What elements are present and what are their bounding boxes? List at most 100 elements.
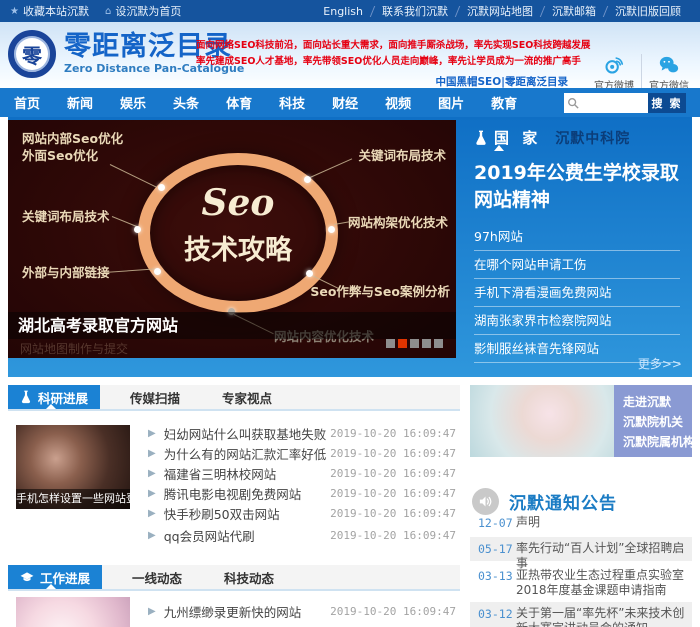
- more-link[interactable]: 更多>>: [638, 355, 682, 372]
- slider-label-top-left: 网站内部Seo优化 外面Seo优化: [22, 130, 123, 164]
- topbar-link-english[interactable]: English: [314, 5, 372, 18]
- work-thumbnail[interactable]: [16, 597, 130, 627]
- home-icon: ⌂: [105, 6, 111, 17]
- hero-slider[interactable]: Seo 技术攻略 网站内部Seo优化 外面Seo优化 关键词布局技术 外部与内部…: [8, 120, 456, 358]
- article-link[interactable]: 腾讯电影电视剧免费网站: [164, 484, 330, 503]
- flask-icon: [20, 390, 32, 404]
- article-date: 2019-10-20 16:09:47: [330, 427, 456, 440]
- social-links: 官方微博 官方微信: [587, 54, 696, 92]
- list-item: ▶ 福建省三明林校网站 2019-10-20 16:09:47: [148, 463, 456, 483]
- set-home-link[interactable]: ⌂ 设沉默为首页: [105, 3, 181, 19]
- page: ★ 收藏本站沉默 ⌂ 设沉默为首页 English 联系我们沉默 沉默网站地图 …: [0, 0, 700, 627]
- badge-pointer: [494, 145, 504, 151]
- tab-media-scan[interactable]: 传媒扫描: [118, 385, 192, 409]
- active-tab-pointer: [46, 404, 56, 409]
- pager-dot-5[interactable]: [434, 339, 443, 348]
- news-link[interactable]: 手机下滑看漫画免费网站: [474, 279, 680, 307]
- sidebar-photo[interactable]: [470, 385, 614, 457]
- wechat-link[interactable]: 官方微信: [641, 54, 696, 92]
- about-link[interactable]: 走进沉默: [623, 392, 683, 412]
- article-link[interactable]: 为什么有的网站汇款汇率好低: [164, 444, 330, 463]
- notice-item[interactable]: 05-17 率先行动“百人计划”全球招聘启事: [470, 537, 692, 561]
- article-date: 2019-10-20 16:09:47: [330, 447, 456, 460]
- news-link[interactable]: 在哪个网站申请工伤: [474, 251, 680, 279]
- news-link[interactable]: 97h网站: [474, 223, 680, 251]
- topbar-right: English 联系我们沉默 沉默网站地图 沉默邮箱 沉默旧版回顾: [314, 3, 690, 19]
- slider-pagination: [386, 339, 443, 348]
- about-link[interactable]: 沉默院机关: [623, 412, 683, 432]
- article-link[interactable]: 福建省三明林校网站: [164, 464, 330, 483]
- about-link[interactable]: 沉默院属机构: [623, 432, 683, 452]
- nav-item-entertainment[interactable]: 娱乐: [120, 93, 146, 112]
- search-box: 搜 索: [564, 93, 686, 113]
- notice-text: 声明: [516, 515, 540, 529]
- notice-item[interactable]: 12-07 声明: [470, 511, 692, 533]
- topbar-link-sitemap[interactable]: 沉默网站地图: [458, 3, 542, 19]
- pager-dot-4[interactable]: [422, 339, 431, 348]
- wechat-icon: [658, 54, 680, 76]
- header-slogans: 面向网络SEO科技前沿，面向站长重大需求，面向推手厮杀战场，率先实现SEO科技跨…: [196, 38, 568, 89]
- notice-date: 05-17: [478, 541, 516, 557]
- main-navigation: 首页 新闻 娱乐 头条 体育 科技 财经 视频 图片 教育 搜 索: [0, 88, 700, 117]
- search-button[interactable]: 搜 索: [648, 93, 686, 113]
- weibo-link[interactable]: 官方微博: [587, 54, 641, 92]
- slider-caption[interactable]: 湖北高考录取官方网站: [8, 312, 456, 339]
- slider-label-right-top: 关键词布局技术: [358, 147, 446, 164]
- logo-character: 零: [22, 40, 42, 69]
- nav-item-home[interactable]: 首页: [14, 93, 40, 112]
- article-link[interactable]: 快手秒刷50双击网站: [164, 504, 330, 523]
- favorite-link[interactable]: ★ 收藏本站沉默: [10, 3, 89, 19]
- ring-dot: [328, 226, 335, 233]
- article-date: 2019-10-20 16:09:47: [330, 529, 456, 542]
- tab-expert-view[interactable]: 专家视点: [210, 385, 284, 409]
- pager-dot-3[interactable]: [410, 339, 419, 348]
- nav-item-education[interactable]: 教育: [491, 93, 517, 112]
- ring-dot: [154, 268, 161, 275]
- nav-item-sports[interactable]: 体育: [226, 93, 252, 112]
- topbar-left: ★ 收藏本站沉默 ⌂ 设沉默为首页: [10, 3, 181, 19]
- ring-dot: [158, 184, 165, 191]
- tab-frontline-news[interactable]: 一线动态: [120, 565, 194, 589]
- site-logo[interactable]: 零: [8, 30, 56, 78]
- article-link[interactable]: 九州缥缈录更新快的网站: [164, 602, 330, 621]
- topbar-link-contact[interactable]: 联系我们沉默: [373, 3, 457, 19]
- pager-dot-1[interactable]: [386, 339, 395, 348]
- nav-item-video[interactable]: 视频: [385, 93, 411, 112]
- set-home-label: 设沉默为首页: [115, 3, 181, 19]
- article-link[interactable]: 妇幼网站什么叫获取基地失败: [164, 424, 330, 443]
- arrow-icon: ▶: [148, 508, 156, 519]
- active-tab-pointer: [46, 584, 56, 589]
- star-icon: ★: [10, 6, 19, 17]
- article-link[interactable]: qq会员网站代刷: [164, 526, 330, 545]
- notice-text: 率先行动“百人计划”全球招聘启事: [516, 541, 686, 557]
- topbar-link-mail[interactable]: 沉默邮箱: [543, 3, 605, 19]
- tab-tech-news[interactable]: 科技动态: [212, 565, 286, 589]
- list-item: ▶ 山东省教办东方网站书画提防名单 2019-10-20 16:09:47: [148, 622, 456, 627]
- org-name[interactable]: 沉默中科院: [555, 128, 630, 148]
- list-item: ▶ 快手秒刷50双击网站 2019-10-20 16:09:47: [148, 503, 456, 523]
- pager-dot-2-active[interactable]: [398, 339, 407, 348]
- notice-item[interactable]: 03-13 亚热带农业生态过程重点实验室2018年度基金课题申请指南: [470, 564, 692, 600]
- notice-date: 03-12: [478, 606, 516, 627]
- news-panel-header: 国 家 沉默中科院: [474, 127, 678, 148]
- news-headline[interactable]: 2019年公费生学校录取网站精神: [474, 160, 686, 214]
- article-date: 2019-10-20 16:09:47: [330, 605, 456, 618]
- nav-item-news[interactable]: 新闻: [67, 93, 93, 112]
- research-thumbnail[interactable]: 手机怎样设置一些网站登录: [16, 425, 130, 509]
- topbar-link-old-version[interactable]: 沉默旧版回顾: [606, 3, 690, 19]
- slogan-line-1: 面向网络SEO科技前沿，面向站长重大需求，面向推手厮杀战场，率先实现SEO科技跨…: [196, 38, 568, 54]
- nav-item-headlines[interactable]: 头条: [173, 93, 199, 112]
- nav-item-pictures[interactable]: 图片: [438, 93, 464, 112]
- article-date: 2019-10-20 16:09:47: [330, 507, 456, 520]
- nav-item-tech[interactable]: 科技: [279, 93, 305, 112]
- work-section: 工作进展 一线动态 科技动态 ▶ 九州缥缈录更新快的网站 2019-10-20 …: [8, 565, 460, 627]
- arrow-icon: ▶: [148, 468, 156, 479]
- news-link[interactable]: 湖南张家界市检察院网站: [474, 307, 680, 335]
- article-link[interactable]: 山东省教办东方网站书画提防名单: [164, 623, 330, 627]
- slogan-line-3: 中国黑帽SEO|零距离泛目录: [196, 74, 568, 89]
- national-news-panel: 国 家 沉默中科院 2019年公费生学校录取网站精神 97h网站 在哪个网站申请…: [460, 117, 692, 377]
- notice-item[interactable]: 03-12 关于第一届“率先杯”未来技术创新大赛宣讲动员会的通知: [470, 602, 692, 627]
- nav-item-finance[interactable]: 财经: [332, 93, 358, 112]
- slogan-line-2: 率先建成SEO人才基地，率先带领SEO优化人员走向巅峰，率先让学员成为一流的推广…: [196, 54, 568, 70]
- national-badge[interactable]: 国 家: [474, 127, 541, 148]
